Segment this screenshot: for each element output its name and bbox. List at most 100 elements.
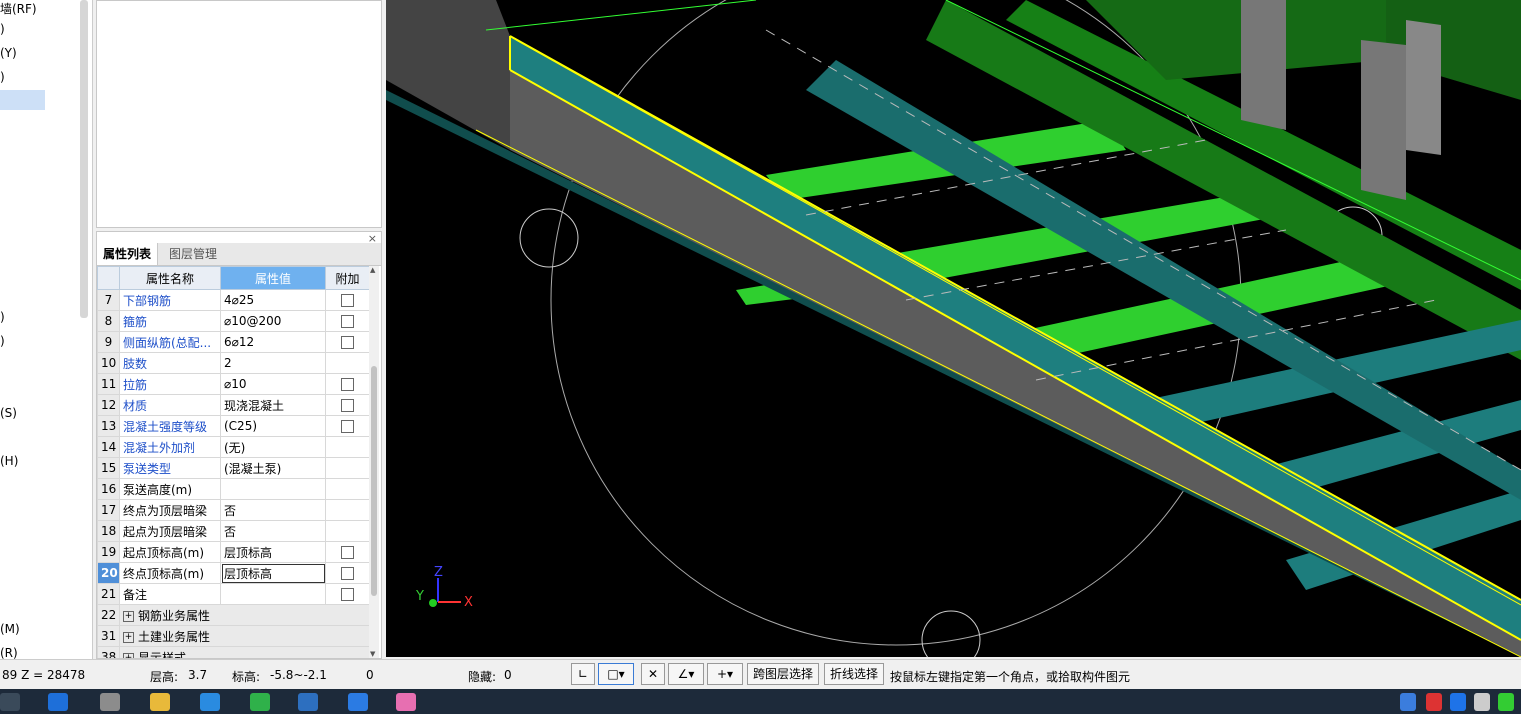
ie-browser-icon[interactable] [48,693,68,711]
tray-icon[interactable] [1474,693,1490,711]
prop-name: 混凝土强度等级 [119,415,221,437]
prop-value[interactable]: 现浇混凝土 [220,394,326,416]
tree-item[interactable]: ) [0,334,5,348]
tree-item[interactable]: ) [0,310,5,324]
extra-cell [325,373,370,395]
extra-cell [325,499,370,521]
extra-checkbox[interactable] [341,546,354,559]
prop-value[interactable]: ⌀10 [220,373,326,395]
tree-item[interactable]: (S) [0,406,17,420]
table-row[interactable]: 21 备注 [97,583,370,605]
text-app-icon[interactable] [200,693,220,711]
prop-value[interactable]: 6⌀12 [220,331,326,353]
browser-icon[interactable] [250,693,270,711]
table-row-group[interactable]: 38 + 显示样式 [97,646,370,658]
prop-value[interactable]: 否 [220,520,326,542]
prop-value[interactable]: (无) [220,436,326,458]
column [1406,20,1441,155]
cross-layer-select-button[interactable]: 跨图层选择 [747,663,819,685]
prop-name: 材质 [119,394,221,416]
table-row[interactable]: 17 终点为顶层暗梁 否 [97,499,370,521]
table-row[interactable]: 18 起点为顶层暗梁 否 [97,520,370,542]
extra-checkbox[interactable] [341,399,354,412]
table-row[interactable]: 11 拉筋 ⌀10 [97,373,370,395]
row-number: 20 [97,562,120,584]
start-icon[interactable] [0,693,20,711]
axis-origin [429,599,437,607]
tree-item[interactable]: ) [0,22,5,36]
prop-value[interactable]: (混凝土泵) [220,457,326,479]
table-row-group[interactable]: 31 + 土建业务属性 [97,625,370,647]
app-icon[interactable] [348,693,368,711]
ortho-icon[interactable]: ∟ [571,663,595,685]
extra-checkbox[interactable] [341,420,354,433]
prop-value[interactable]: (C25) [220,415,326,437]
extra-checkbox[interactable] [341,294,354,307]
tray-icon[interactable] [1400,693,1416,711]
extra-checkbox[interactable] [341,588,354,601]
group-cell: + 显示样式 [119,646,370,658]
angle-icon[interactable]: ∠▾ [668,663,704,685]
prop-value[interactable]: ⌀10@200 [220,310,326,332]
expand-plus-icon[interactable]: + [123,631,134,643]
table-row-selected[interactable]: 20 终点顶标高(m) 层顶标高 [97,562,370,584]
scroll-thumb[interactable] [371,366,377,596]
table-row[interactable]: 12 材质 现浇混凝土 [97,394,370,416]
table-row-group[interactable]: 22 + 钢筋业务属性 [97,604,370,626]
table-row[interactable]: 13 混凝土强度等级 (C25) [97,415,370,437]
table-row[interactable]: 14 混凝土外加剂 (无) [97,436,370,458]
prop-value[interactable]: 否 [220,499,326,521]
table-row[interactable]: 7 下部钢筋 4⌀25 [97,289,370,311]
table-row[interactable]: 8 箍筋 ⌀10@200 [97,310,370,332]
extra-cell [325,457,370,479]
tray-icon[interactable] [1426,693,1442,711]
app-icon[interactable] [298,693,318,711]
tree-item[interactable]: (Y) [0,46,17,60]
row-number: 19 [97,541,120,563]
prop-value[interactable]: 层顶标高 [220,541,326,563]
table-row[interactable]: 19 起点顶标高(m) 层顶标高 [97,541,370,563]
scroll-down-icon[interactable]: ▼ [370,650,375,658]
prop-value-editing[interactable]: 层顶标高 [220,562,326,584]
cross-icon[interactable]: ✕ [641,663,665,685]
scroll-up-icon[interactable]: ▲ [370,266,375,274]
table-row[interactable]: 10 肢数 2 [97,352,370,374]
tree-item[interactable]: ) [0,70,5,84]
tree-item[interactable]: (H) [0,454,18,468]
table-row[interactable]: 16 泵送高度(m) [97,478,370,500]
3d-viewport[interactable]: Z X Y [386,0,1521,657]
snap-box-icon[interactable]: □▾ [598,663,634,685]
folder-icon[interactable] [150,693,170,711]
prop-value[interactable]: 2 [220,352,326,374]
column [1361,40,1406,200]
table-row[interactable]: 15 泵送类型 (混凝土泵) [97,457,370,479]
add-point-icon[interactable]: +▾ [707,663,743,685]
extra-checkbox[interactable] [341,315,354,328]
prop-value[interactable] [220,478,326,500]
row-number: 8 [97,310,120,332]
active-app-icon[interactable] [396,693,416,711]
guide-line [485,0,757,31]
extra-checkbox[interactable] [341,336,354,349]
coordinate-readout: 89 Z = 28478 [2,668,86,682]
tree-item[interactable]: (R) [0,646,18,660]
app-icon[interactable] [100,693,120,711]
prop-name: 终点顶标高(m) [119,562,221,584]
expand-plus-icon[interactable]: + [123,610,134,622]
table-row[interactable]: 9 侧面纵筋(总配... 6⌀12 [97,331,370,353]
extra-checkbox[interactable] [341,567,354,580]
row-number: 14 [97,436,120,458]
prop-value[interactable] [220,583,326,605]
tree-item[interactable]: (M) [0,622,20,636]
props-scrollbar[interactable]: ▲ ▼ [369,266,379,658]
tree-item[interactable]: 墙(RF) [0,0,37,17]
tray-icon[interactable] [1450,693,1466,711]
extra-cell [325,436,370,458]
prop-value[interactable]: 4⌀25 [220,289,326,311]
polyline-select-button[interactable]: 折线选择 [824,663,884,685]
tray-icon[interactable] [1498,693,1514,711]
tree-scrollbar[interactable] [80,0,88,318]
extra-checkbox[interactable] [341,378,354,391]
tab-layers[interactable]: 图层管理 [163,243,223,265]
tab-properties[interactable]: 属性列表 [97,243,159,265]
